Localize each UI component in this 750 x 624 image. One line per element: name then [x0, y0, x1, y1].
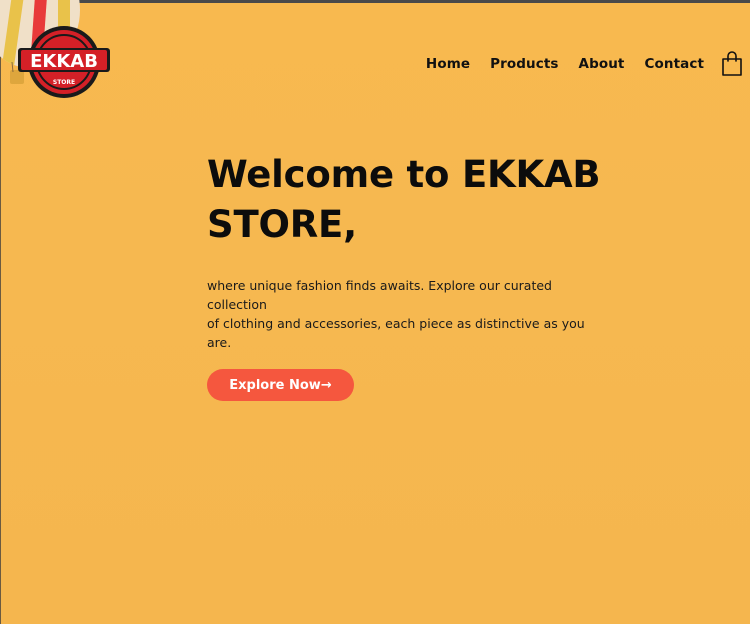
landing-page: EKKAB STORE Home Products About Contact … — [0, 0, 750, 624]
hero-text-line-4: are. — [207, 335, 232, 350]
hero-text-line-2: collection — [207, 297, 267, 312]
hero-title: Welcome to EKKAB STORE, — [207, 150, 627, 250]
hero-title-line-2: STORE, — [207, 203, 357, 246]
nav-products-link[interactable]: Products — [490, 56, 558, 72]
shopping-bag-icon[interactable] — [720, 50, 744, 78]
hero-title-line-1: Welcome to EKKAB — [207, 153, 601, 196]
logo-subtext: STORE — [53, 79, 75, 86]
brand-logo[interactable]: EKKAB STORE — [14, 22, 114, 102]
hero-description: where unique fashion finds awaits. Explo… — [207, 276, 607, 352]
main-nav: Home Products About Contact — [426, 56, 704, 72]
nav-about-link[interactable]: About — [579, 56, 625, 72]
logo-text: EKKAB — [30, 51, 98, 72]
hero-text-line-1: where unique fashion finds awaits. Explo… — [207, 278, 552, 293]
nav-contact-link[interactable]: Contact — [644, 56, 704, 72]
explore-now-button[interactable]: Explore Now→ — [207, 369, 354, 401]
hero-text-line-3: of clothing and accessories, each piece … — [207, 316, 585, 331]
nav-home-link[interactable]: Home — [426, 56, 470, 72]
hero-section: Welcome to EKKAB STORE, where unique fas… — [207, 150, 627, 352]
